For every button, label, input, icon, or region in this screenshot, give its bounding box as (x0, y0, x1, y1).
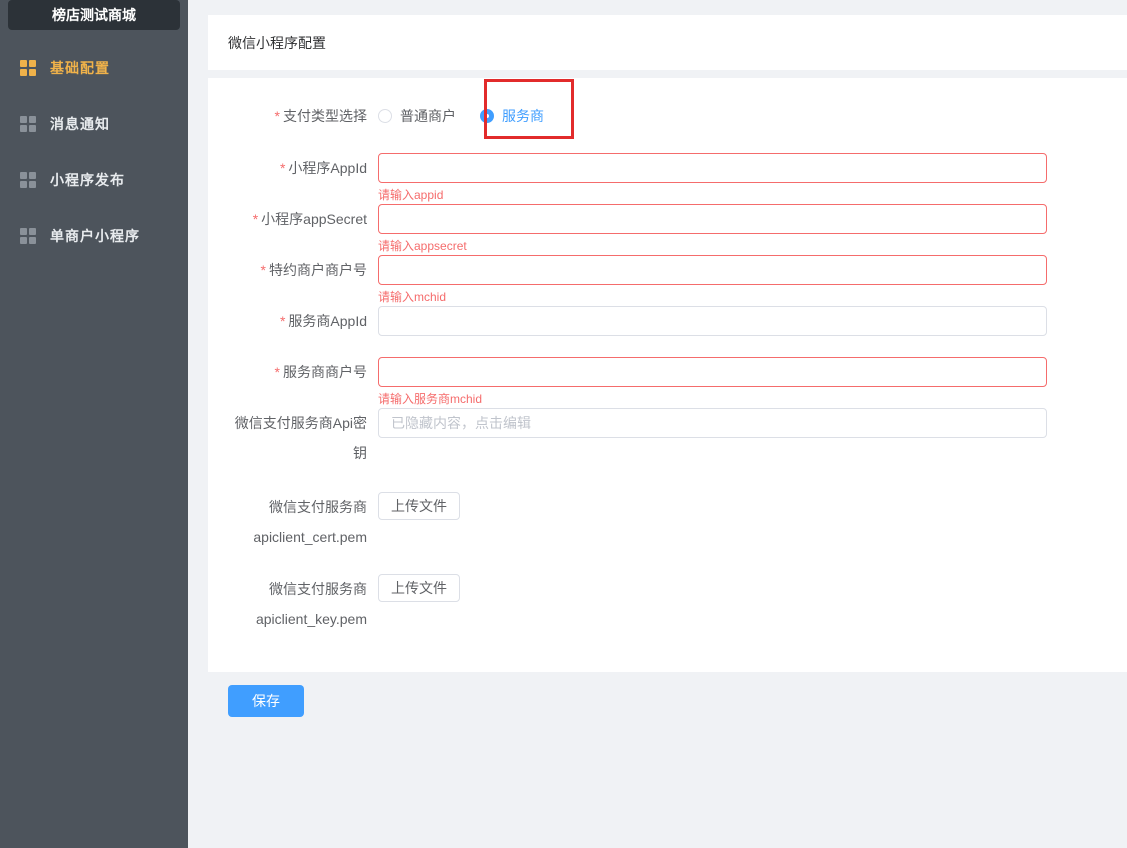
field-error: 请输入服务商mchid (378, 387, 482, 407)
page-header: 微信小程序配置 (208, 15, 1127, 70)
api-key-row: 微信支付服务商Api密 钥 (208, 408, 1107, 468)
field-error: 请输入appid (378, 183, 443, 203)
payment-type-row: *支付类型选择 普通商户 服务商 (208, 101, 1107, 131)
field-error: 请输入mchid (378, 285, 446, 305)
field-label: *支付类型选择 (208, 101, 367, 131)
required-asterisk: * (275, 364, 280, 380)
sidebar-menu: 基础配置 消息通知 小程序发布 单商户小程序 (0, 40, 188, 264)
field-label: *小程序appSecret (208, 204, 367, 234)
field-label: 微信支付服务商 apiclient_key.pem (208, 574, 367, 634)
field-label: *特约商户商户号 (208, 255, 367, 285)
sp-mchid-input[interactable] (378, 357, 1047, 387)
upload-key-row: 微信支付服务商 apiclient_key.pem 上传文件 (208, 574, 1107, 634)
sidebar-item-basic-config[interactable]: 基础配置 (0, 40, 188, 96)
field-label: *服务商AppId (208, 306, 367, 336)
field-error: 请输入appsecret (378, 234, 467, 254)
appsecret-row: *小程序appSecret 请输入appsecret (208, 204, 1107, 234)
radio-service-provider[interactable]: 服务商 (480, 106, 544, 126)
field-label: 微信支付服务商 apiclient_cert.pem (208, 492, 367, 552)
upload-cert-row: 微信支付服务商 apiclient_cert.pem 上传文件 (208, 492, 1107, 552)
radio-unchecked-icon (378, 109, 392, 123)
sp-appid-row: *服务商AppId (208, 306, 1107, 336)
mchid-row: *特约商户商户号 请输入mchid (208, 255, 1107, 285)
upload-key-button[interactable]: 上传文件 (378, 574, 460, 602)
save-button[interactable]: 保存 (228, 685, 304, 717)
grid-icon (20, 228, 36, 244)
radio-label: 普通商户 (400, 106, 456, 126)
sidebar-item-label: 小程序发布 (50, 170, 125, 190)
sp-mchid-row: *服务商商户号 请输入服务商mchid (208, 357, 1107, 387)
appsecret-input[interactable] (378, 204, 1047, 234)
grid-icon (20, 60, 36, 76)
radio-normal-merchant[interactable]: 普通商户 (378, 106, 456, 126)
page-title: 微信小程序配置 (228, 33, 326, 53)
config-form-panel: *支付类型选择 普通商户 服务商 *小程序AppId (208, 78, 1127, 672)
shop-title: 榜店测试商城 (8, 0, 180, 30)
api-key-input[interactable] (378, 408, 1047, 438)
appid-row: *小程序AppId 请输入appid (208, 153, 1107, 183)
sidebar-item-message-notify[interactable]: 消息通知 (0, 96, 188, 152)
required-asterisk: * (261, 262, 266, 278)
mchid-input[interactable] (378, 255, 1047, 285)
sidebar-item-single-merchant-miniapp[interactable]: 单商户小程序 (0, 208, 188, 264)
radio-label: 服务商 (502, 106, 544, 126)
sidebar-item-label: 消息通知 (50, 114, 110, 134)
required-asterisk: * (280, 313, 285, 329)
appid-input[interactable] (378, 153, 1047, 183)
sidebar-item-miniapp-publish[interactable]: 小程序发布 (0, 152, 188, 208)
sidebar: 榜店测试商城 基础配置 消息通知 小程序发布 单商户小程序 (0, 0, 188, 848)
field-label: 微信支付服务商Api密 钥 (208, 408, 367, 468)
main-content: 微信小程序配置 *支付类型选择 普通商户 服务商 (188, 0, 1127, 848)
upload-cert-button[interactable]: 上传文件 (378, 492, 460, 520)
field-label: *服务商商户号 (208, 357, 367, 387)
grid-icon (20, 116, 36, 132)
payment-type-radio-group: 普通商户 服务商 (378, 101, 544, 131)
sp-appid-input[interactable] (378, 306, 1047, 336)
grid-icon (20, 172, 36, 188)
required-asterisk: * (275, 108, 280, 124)
required-asterisk: * (253, 211, 258, 227)
sidebar-item-label: 单商户小程序 (50, 226, 140, 246)
sidebar-item-label: 基础配置 (50, 58, 110, 78)
radio-checked-icon (480, 109, 494, 123)
required-asterisk: * (280, 160, 285, 176)
field-label: *小程序AppId (208, 153, 367, 183)
